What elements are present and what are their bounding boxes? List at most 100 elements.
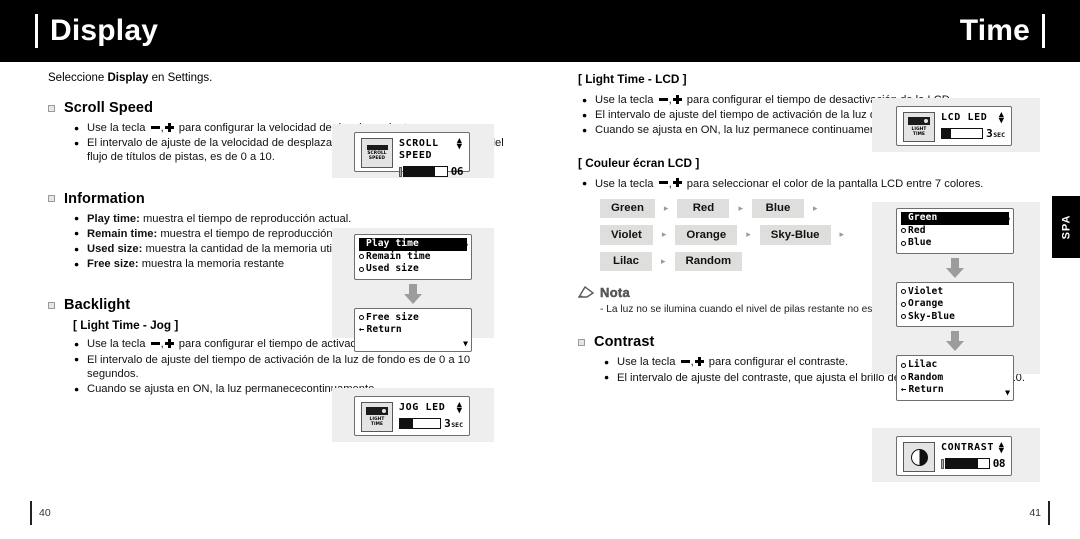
intro-before: Seleccione <box>48 72 108 84</box>
lcd-row-label: Play time <box>366 238 419 249</box>
lcd-value-contrast: 08 <box>992 457 1006 470</box>
scroll-up-arrow-icon: ▲ <box>1005 212 1010 221</box>
lcd-row-label: Orange <box>908 298 944 309</box>
header-rule-right <box>1042 14 1045 48</box>
up-down-arrows-icon: ▲ ▼ <box>998 110 1004 126</box>
contrast-icon <box>903 442 935 472</box>
icon-label-line2: TIME <box>370 422 384 427</box>
lcd-screen-color-3: Lilac Random ← Return ▲ ▼ <box>896 212 1014 401</box>
color-chip-blue[interactable]: Blue <box>751 198 804 219</box>
lcd-screen-info-2: Free size ← Return ▲ ▼ <box>354 238 472 352</box>
lcd-meter: 06 <box>399 165 464 178</box>
color-chip-red[interactable]: Red <box>677 198 730 219</box>
bullet-text-pre: Use la tecla <box>595 94 654 106</box>
lcd-screen-color-2: Violet Orange Sky-Blue ▲ ▼ <box>896 212 1014 397</box>
color-chip-lilac[interactable]: Lilac <box>600 251 652 272</box>
bullet-text-post: para seleccionar el color de la pantalla… <box>686 177 984 190</box>
lcd-title-contrast: CONTRAST <box>941 442 994 453</box>
minus-key-icon <box>658 181 668 185</box>
contrast-halfcircle-icon <box>910 448 928 466</box>
radio-icon <box>901 289 906 295</box>
page-header: Display Time <box>0 0 1080 62</box>
subsection-light-time-lcd: [ Light Time - LCD ] <box>578 72 687 86</box>
plus-key-icon <box>164 122 174 132</box>
plus-key-icon <box>672 94 682 104</box>
color-chip-green[interactable]: Green <box>600 198 655 219</box>
radio-icon <box>359 266 364 272</box>
lcd-row-label: Used size <box>366 263 419 274</box>
bullet-text-post: para configurar el contraste. <box>708 356 849 369</box>
radio-icon <box>901 228 906 234</box>
lcd-panel-scroll-speed: SCROLL SPEED SCROLL SPEED ▲ ▼ 06 <box>332 124 494 178</box>
lcd-row-used-size: Used size <box>359 263 467 276</box>
header-left-group: Display <box>35 14 158 48</box>
bullet-text-pre: Use la tecla <box>87 122 146 134</box>
return-arrow-icon: ← <box>359 325 365 336</box>
meter-bar-fill <box>404 167 435 176</box>
lcd-screen-info-1: Play time Remain time Used size ▲ ▼ <box>354 234 472 348</box>
lcd-meter: 3 SEC <box>941 127 1005 140</box>
radio-icon <box>901 240 906 246</box>
color-chip-sky-blue[interactable]: Sky-Blue <box>759 225 831 245</box>
term-remain-time: Remain time: <box>87 227 158 240</box>
lcd-title-lcd-led: LCD LED <box>941 112 988 123</box>
icon-lamp <box>366 406 388 415</box>
meter-bar <box>399 418 442 429</box>
meter-bar <box>941 128 984 139</box>
plus-key-icon <box>164 338 174 348</box>
up-down-arrows-icon: ▲ ▼ <box>456 400 462 416</box>
note-label: Nota <box>600 285 631 301</box>
return-arrow-icon: ← <box>901 385 907 396</box>
lcd-row-return: ← Return <box>901 384 1009 397</box>
lcd-screen-lcd-led: LIGHT TIME LCD LED ▲ ▼ 3 SEC <box>896 106 1012 146</box>
light-time-icon: LIGHT TIME <box>903 112 935 142</box>
chip-arrow-icon: ▸ <box>661 256 666 267</box>
lcd-row-free-size: Free size <box>359 312 467 325</box>
up-down-arrows-icon: ▲ ▼ <box>456 136 462 152</box>
color-chip-orange[interactable]: Orange <box>675 225 738 245</box>
page-title-left: Display <box>50 14 159 47</box>
scroll-down-arrow-icon: ▼ <box>463 338 468 348</box>
footer-rule-icon <box>30 501 32 525</box>
section-title-scroll-speed: Scroll Speed <box>64 100 154 116</box>
note-pencil-icon <box>578 286 595 299</box>
up-down-arrows-icon: ▲ ▼ <box>998 440 1004 456</box>
meter-bar-fill <box>942 129 951 138</box>
lcd-value-jog-led: 3 <box>444 417 451 430</box>
term-play-time: Play time: <box>87 212 140 225</box>
chip-arrow-icon: ▸ <box>746 230 751 241</box>
footer-page-right: 41 <box>1029 501 1050 525</box>
color-chip-violet[interactable]: Violet <box>600 225 653 245</box>
lcd-row-green: Green <box>901 212 1009 225</box>
lcd-row-return: ← Return <box>359 324 467 337</box>
footer-rule-icon <box>1048 501 1050 525</box>
lcd-row-sky-blue: Sky-Blue <box>901 311 1009 324</box>
plus-key-icon <box>672 178 682 188</box>
lcd-row-label: Blue <box>908 237 932 248</box>
scroll-speed-icon: SCROLL SPEED <box>361 138 393 168</box>
language-tab-spa: SPA <box>1052 196 1080 258</box>
lcd-title-jog-led: JOG LED <box>399 402 446 413</box>
minus-key-icon <box>658 97 668 101</box>
section-title-backlight: Backlight <box>64 297 131 314</box>
lcd-screen-scroll-speed: SCROLL SPEED SCROLL SPEED ▲ ▼ 06 <box>354 132 470 178</box>
plus-key-icon <box>694 356 704 366</box>
lcd-row-label: Return <box>366 324 402 335</box>
radio-icon <box>359 254 364 260</box>
color-chip-random[interactable]: Random <box>674 251 743 272</box>
lcd-row-play-time: Play time <box>359 238 467 251</box>
lcd-row-red: Red <box>901 225 1009 238</box>
chip-arrow-icon: ▸ <box>812 203 818 214</box>
lcd-row-label: Sky-Blue <box>908 310 956 322</box>
lcd-row-label: Free size <box>366 311 419 323</box>
lcd-meter: 08 <box>941 457 1006 470</box>
section-information-header: Information <box>48 191 508 207</box>
intro-after: en Settings. <box>148 72 213 84</box>
chip-arrow-icon: ▸ <box>661 230 667 241</box>
page-number-left: 40 <box>39 507 51 519</box>
meter-bar <box>945 458 990 469</box>
section-title-information: Information <box>64 190 145 207</box>
light-time-icon: LIGHT TIME <box>361 402 393 432</box>
term-used-size: Used size: <box>87 243 143 256</box>
scroll-up-arrow-icon: ▲ <box>463 238 468 247</box>
